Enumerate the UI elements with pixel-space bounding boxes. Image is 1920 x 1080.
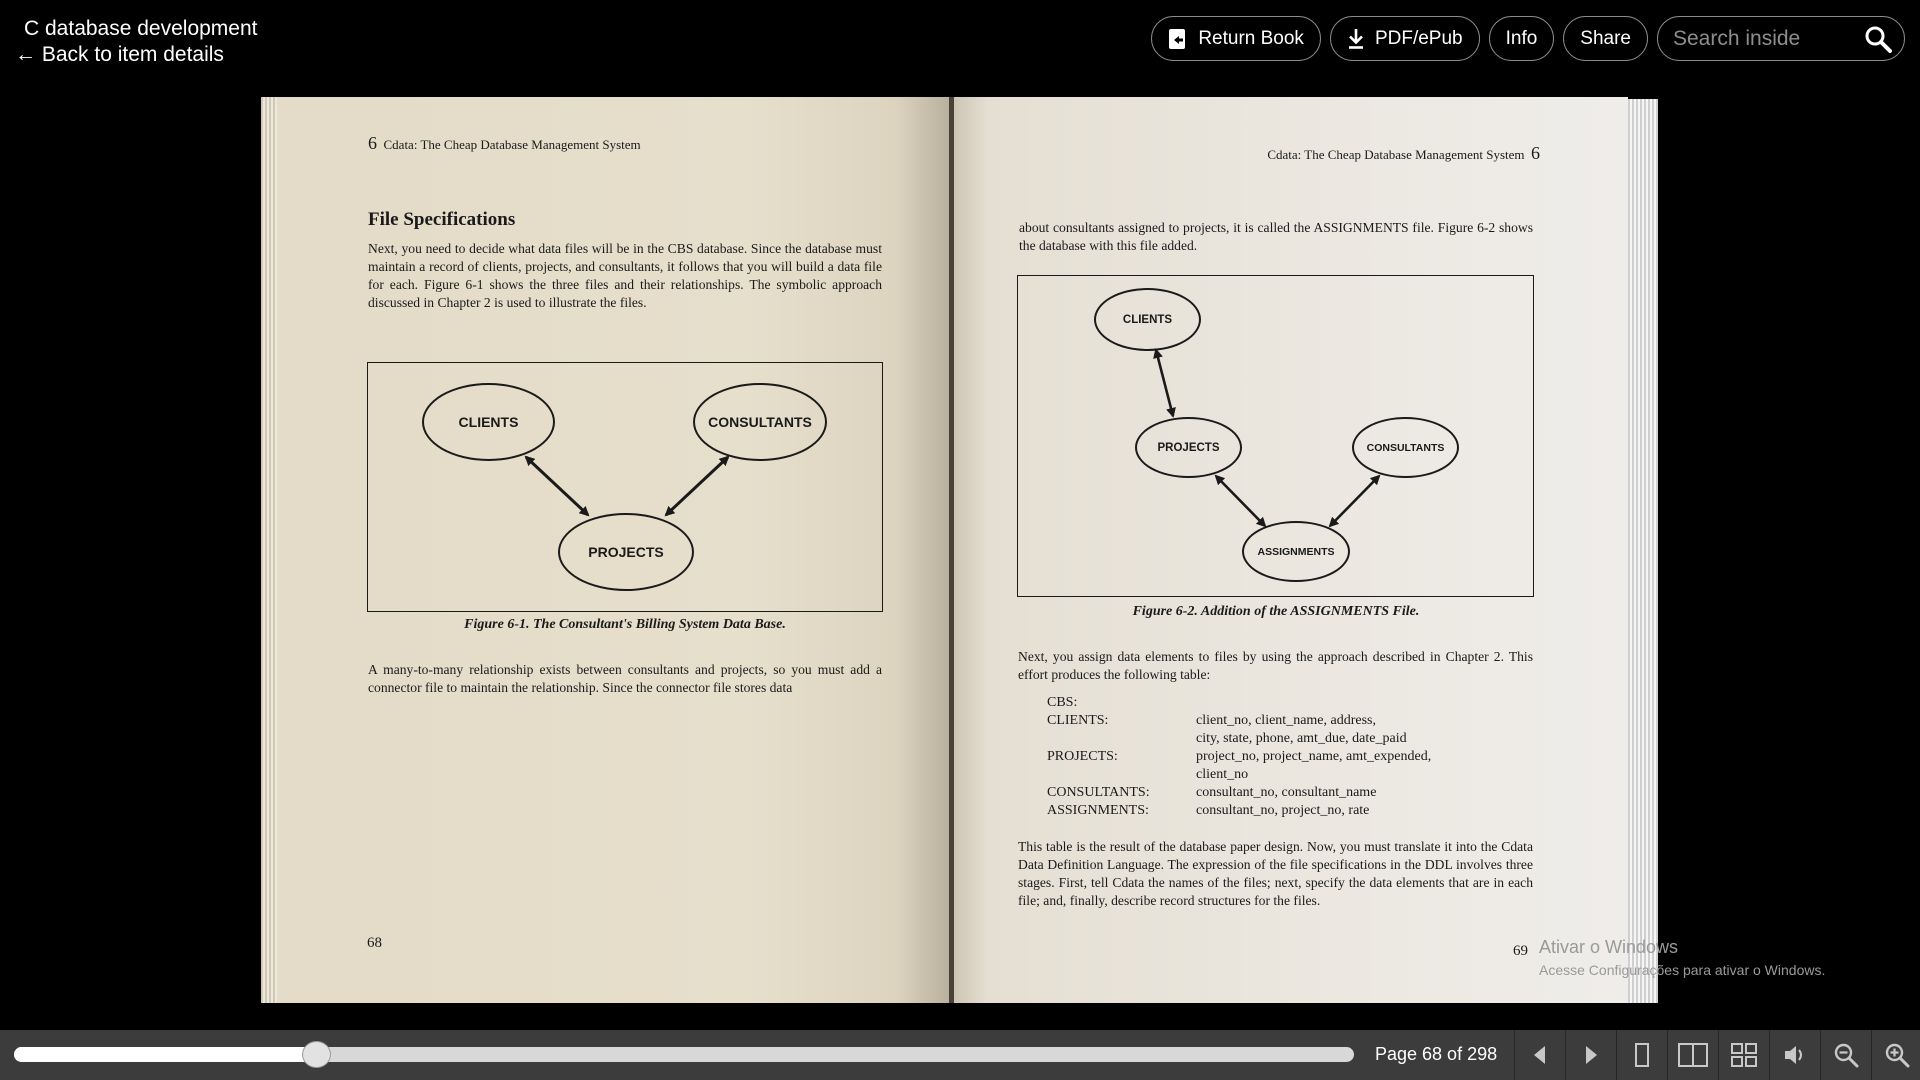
zoom-in-button[interactable] [1871, 1030, 1920, 1080]
table-row: CBS: [1047, 695, 1078, 710]
read-aloud-icon [1785, 1046, 1802, 1064]
watermark-subtitle: Acesse Configurações para ativar o Windo… [1539, 962, 1826, 978]
watermark-title: Ativar o Windows [1539, 937, 1679, 957]
table-row: client_no [1196, 767, 1249, 782]
fig1-clients-label: CLIENTS [458, 414, 519, 430]
table-row: CLIENTS: client_no, client_name, address, [1047, 713, 1376, 728]
one-page-view-icon [1635, 1043, 1649, 1067]
figure-6-2: CLIENTS PROJECTS CONSULTANTS ASSIGNMENTS [1017, 275, 1534, 597]
pdf-epub-button[interactable]: PDF/ePub [1329, 16, 1480, 61]
fig1-projects-label: PROJECTS [588, 544, 664, 560]
left-running-head: 6 Cdata: The Cheap Database Management S… [368, 133, 641, 154]
section-title: File Specifications [368, 209, 516, 230]
table-row: ASSIGNMENTS: consultant_no, project_no, r… [1047, 803, 1370, 818]
page-indicator: Page 68 of 298 [1375, 1044, 1498, 1064]
right-paragraph-3: This table is the result of the database… [1018, 839, 1533, 908]
read-aloud-button[interactable] [1769, 1030, 1820, 1080]
left-paragraph-2: A many-to-many relationship exists betwe… [368, 662, 882, 695]
data-elements-table: CBS: CLIENTS: client_no, client_name, add… [1047, 694, 1487, 820]
left-page[interactable]: 6 Cdata: The Cheap Database Management S… [277, 97, 949, 1003]
fig2-consultants-label: CONSULTANTS [1366, 441, 1445, 454]
right-chapter-number: 6 [1531, 143, 1540, 163]
reader-tools [1514, 1030, 1920, 1080]
book-title: C database development [24, 17, 258, 40]
pdf-epub-label: PDF/ePub [1374, 27, 1463, 49]
zoom-out-button[interactable] [1820, 1030, 1871, 1080]
page-slider-fill [14, 1047, 317, 1062]
search-inside-box [1657, 16, 1905, 61]
table-row: city, state, phone, amt_due, date_paid [1196, 731, 1407, 746]
back-to-item-link[interactable]: ← Back to item details [15, 42, 258, 68]
table-row: CONSULTANTS: consultant_no, consultant_na… [1047, 785, 1377, 800]
next-page-button[interactable] [1565, 1030, 1616, 1080]
right-paragraph-2: Next, you assign data elements to files … [1018, 649, 1533, 682]
next-page-icon [1586, 1046, 1597, 1064]
page-slider-thumb[interactable] [302, 1041, 332, 1068]
page-stack-right-edge [1628, 99, 1658, 1003]
fig2-assignments-label: ASSIGNMENTS [1257, 545, 1335, 558]
book-spread: 6 Cdata: The Cheap Database Management S… [261, 97, 1658, 1003]
header-toolbar: Return Book PDF/ePub Info Share [1151, 16, 1905, 61]
figure-6-1-caption: Figure 6-1. The Consultant's Billing Sys… [464, 617, 786, 632]
left-paragraph-1: Next, you need to decide what data files… [368, 241, 882, 310]
info-label: Info [1505, 27, 1538, 49]
prev-page-icon [1534, 1046, 1545, 1064]
share-button[interactable]: Share [1563, 16, 1648, 61]
zoom-in-icon [1885, 1043, 1910, 1068]
fig2-projects-label: PROJECTS [1157, 441, 1220, 454]
right-running-head: Cdata: The Cheap Database Management Sys… [1267, 143, 1540, 164]
return-book-label: Return Book [1198, 27, 1304, 49]
fig1-consultants-label: CONSULTANTS [708, 414, 812, 430]
left-chapter-number: 6 [368, 133, 377, 153]
reader-bottom-bar: Page 68 of 298 [0, 1030, 1920, 1080]
download-icon [1348, 28, 1363, 49]
windows-activation-watermark: Ativar o Windows Acesse Configurações pa… [1539, 937, 1825, 978]
figure-6-2-caption: Figure 6-2. Addition of the ASSIGNMENTS … [1132, 604, 1420, 619]
thumbnail-view-button[interactable] [1718, 1030, 1769, 1080]
one-page-view-button[interactable] [1616, 1030, 1667, 1080]
left-running-title: Cdata: The Cheap Database Management Sys… [383, 137, 641, 152]
return-book-icon [1169, 28, 1186, 49]
figure-6-1: CLIENTS CONSULTANTS PROJECTS [367, 362, 883, 612]
table-row: PROJECTS: project_no, project_name, amt_e… [1047, 749, 1432, 764]
zoom-out-icon [1834, 1043, 1859, 1068]
two-page-view-button[interactable] [1667, 1030, 1718, 1080]
right-running-title: Cdata: The Cheap Database Management Sys… [1267, 147, 1525, 162]
share-label: Share [1580, 27, 1631, 49]
thumbnail-view-icon [1731, 1043, 1757, 1067]
page-stack-left-edge [261, 97, 277, 1003]
right-page[interactable]: Cdata: The Cheap Database Management Sys… [954, 97, 1628, 1003]
header-left: C database development ← Back to item de… [15, 16, 258, 68]
info-button[interactable]: Info [1488, 16, 1555, 61]
two-page-view-icon [1678, 1043, 1708, 1067]
left-page-number: 68 [367, 935, 382, 951]
right-page-number: 69 [1513, 943, 1528, 959]
search-inside-input[interactable] [1673, 26, 1853, 51]
search-icon[interactable] [1864, 25, 1892, 53]
prev-page-button[interactable] [1514, 1030, 1565, 1080]
fig2-clients-label: CLIENTS [1122, 313, 1173, 326]
right-paragraph-1: about consultants assigned to projects, … [1019, 220, 1533, 253]
return-book-button[interactable]: Return Book [1151, 16, 1321, 61]
page-slider[interactable] [14, 1041, 1354, 1068]
